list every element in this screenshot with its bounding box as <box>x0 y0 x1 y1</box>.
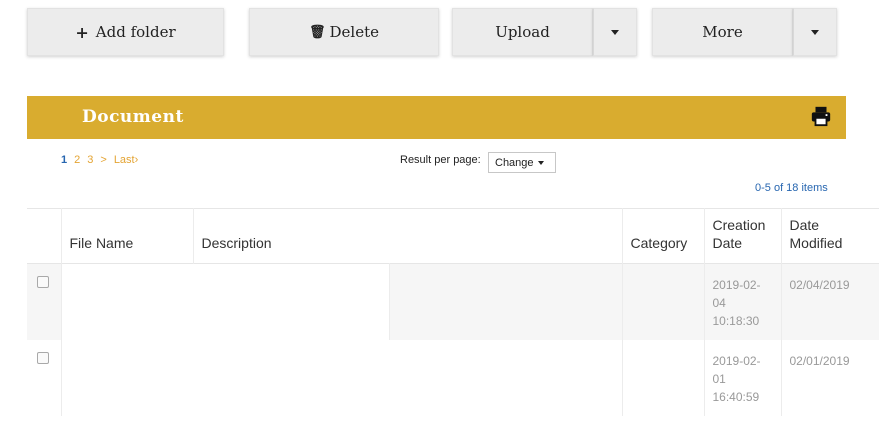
results-per-page-label: Result per page: <box>400 154 481 166</box>
chevron-down-icon <box>611 29 619 35</box>
category-cell <box>621 339 704 416</box>
description-cell-extra <box>389 340 622 416</box>
column-header-date-modified[interactable]: Date Modified <box>780 208 879 264</box>
date-modified-cell: 02/01/2019 <box>780 339 879 416</box>
pagination: 1 2 3 > Last› <box>61 154 145 166</box>
select-column-header <box>27 209 61 264</box>
page-link-1[interactable]: 1 <box>61 154 67 166</box>
more-label: More <box>702 23 743 41</box>
upload-dropdown-button[interactable] <box>593 8 637 56</box>
column-header-category[interactable]: Category <box>621 208 704 264</box>
description-cell <box>193 340 389 416</box>
panel-header: Document <box>27 96 846 139</box>
panel-title: Document <box>82 107 184 127</box>
add-folder-label: Add folder <box>95 23 176 41</box>
table-row[interactable]: 2019-02-04 10:18:30 02/04/2019 <box>27 263 879 340</box>
delete-label: Delete <box>329 23 379 41</box>
creation-date-cell: 2019-02-01 16:40:59 <box>703 339 781 416</box>
column-header-spacer <box>389 209 622 264</box>
chevron-down-icon <box>537 160 544 165</box>
row-checkbox[interactable] <box>37 351 49 364</box>
row-checkbox[interactable] <box>37 276 49 288</box>
last-page-link[interactable]: Last› <box>114 154 138 166</box>
category-cell <box>621 263 704 340</box>
trash-icon: 🗑 <box>309 24 326 40</box>
page-link-2[interactable]: 2 <box>74 154 80 166</box>
page-link-3[interactable]: 3 <box>87 154 93 166</box>
description-cell-extra <box>388 263 622 340</box>
plus-icon: + <box>75 22 89 42</box>
add-folder-button[interactable]: + Add folder <box>27 8 224 56</box>
results-per-page-value: Change <box>495 156 534 169</box>
column-header-creation-date[interactable]: Creation Date <box>703 208 781 264</box>
file-name-cell[interactable] <box>60 339 193 416</box>
upload-button[interactable]: Upload <box>452 8 593 56</box>
more-dropdown-button[interactable] <box>793 8 837 56</box>
table-row[interactable]: 2019-02-01 16:40:59 02/01/2019 <box>27 339 879 416</box>
file-name-cell[interactable] <box>60 263 193 340</box>
documents-table: File Name Description Category Creation … <box>27 208 879 425</box>
more-button[interactable]: More <box>652 8 793 56</box>
date-modified-cell: 02/04/2019 <box>780 263 879 340</box>
column-header-file-name[interactable]: File Name <box>60 208 193 264</box>
print-icon[interactable] <box>810 105 832 127</box>
chevron-down-icon <box>811 29 819 35</box>
delete-button[interactable]: 🗑 Delete <box>249 8 439 56</box>
description-cell <box>193 263 389 340</box>
next-page-link[interactable]: > <box>100 154 106 166</box>
column-header-description[interactable]: Description <box>192 208 389 264</box>
upload-label: Upload <box>495 23 550 41</box>
results-per-page-select[interactable]: Change <box>488 152 556 173</box>
table-header-row: File Name Description Category Creation … <box>27 208 879 264</box>
creation-date-cell: 2019-02-04 10:18:30 <box>703 263 781 340</box>
item-count: 0-5 of 18 items <box>755 182 828 194</box>
